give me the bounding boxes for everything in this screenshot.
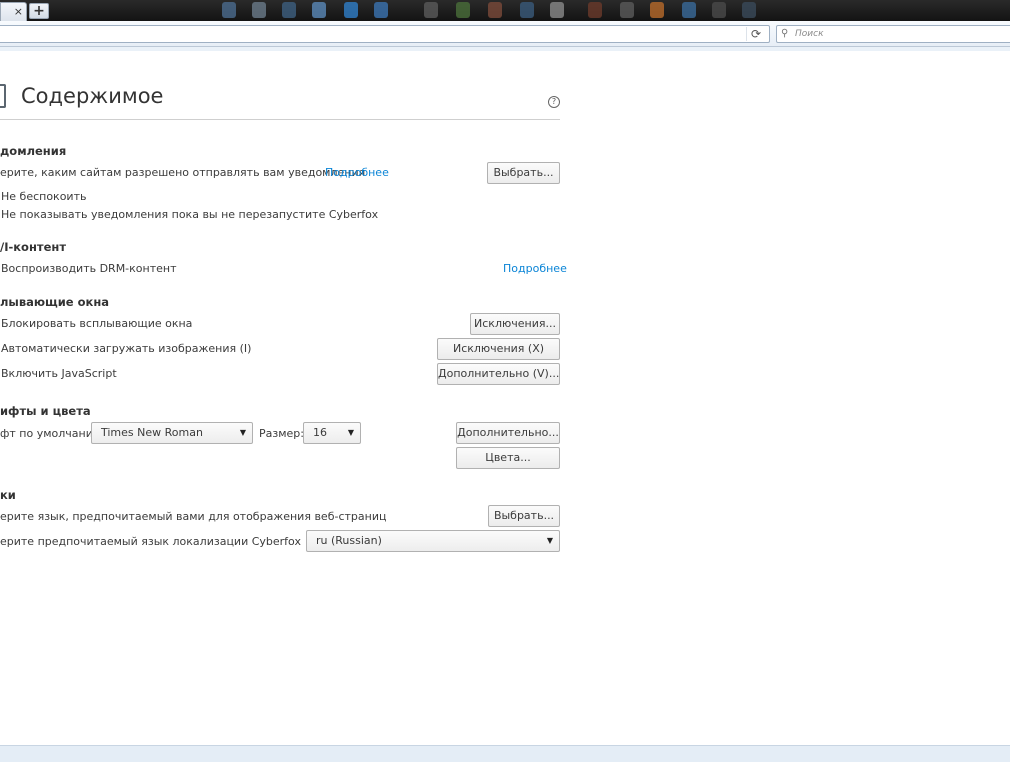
new-tab-button[interactable]: + bbox=[29, 3, 49, 19]
toolbar-icon bbox=[620, 2, 634, 18]
toolbar-divider bbox=[0, 47, 1010, 51]
ui-language-select[interactable]: ru (Russian) ▼ bbox=[306, 530, 560, 552]
chevron-down-icon: ▼ bbox=[347, 428, 354, 437]
enable-javascript-checkbox[interactable]: Включить JavaScript bbox=[1, 367, 117, 380]
status-bar bbox=[0, 745, 1010, 762]
popup-exceptions-button[interactable]: Исключения... bbox=[470, 313, 560, 335]
fonts-advanced-button[interactable]: Дополнительно... bbox=[456, 422, 560, 444]
toolbar-icon bbox=[682, 2, 696, 18]
image-exceptions-button[interactable]: Исключения (X) bbox=[437, 338, 560, 360]
do-not-disturb-checkbox[interactable]: Не беспокоить bbox=[1, 190, 86, 203]
colors-button[interactable]: Цвета... bbox=[456, 447, 560, 469]
nav-bar: ⟳ ⚲ Поиск bbox=[0, 21, 1010, 47]
header-divider bbox=[0, 119, 560, 120]
reload-icon[interactable]: ⟳ bbox=[746, 27, 765, 41]
ui-language-label: ерите предпочитаемый язык локализации Cy… bbox=[0, 535, 301, 548]
play-drm-checkbox[interactable]: Воспроизводить DRM-контент bbox=[1, 262, 177, 275]
content-page-icon bbox=[0, 84, 6, 108]
font-size-label: Размер: bbox=[259, 427, 304, 440]
dont-show-until-restart-checkbox[interactable]: Не показывать уведомления пока вы не пер… bbox=[1, 208, 378, 221]
language-preference-label: ерите язык, предпочитаемый вами для отоб… bbox=[0, 510, 387, 523]
chevron-down-icon: ▼ bbox=[546, 536, 553, 545]
fonts-heading: ифты и цвета bbox=[0, 404, 91, 418]
toolbar-icon bbox=[424, 2, 438, 18]
popups-heading: лывающие окна bbox=[0, 295, 110, 309]
toolbar-icon bbox=[312, 2, 326, 18]
languages-choose-button[interactable]: Выбрать... bbox=[488, 505, 560, 527]
drm-more-link[interactable]: Подробнее bbox=[503, 262, 567, 275]
load-images-checkbox[interactable]: Автоматически загружать изображения (I) bbox=[1, 342, 251, 355]
toolbar-icon bbox=[344, 2, 358, 18]
help-icon[interactable]: ? bbox=[548, 96, 560, 108]
javascript-advanced-button[interactable]: Дополнительно (V)... bbox=[437, 363, 560, 385]
notifications-heading: домления bbox=[0, 144, 67, 158]
search-placeholder: Поиск bbox=[795, 29, 824, 39]
notifications-choose-button[interactable]: Выбрать... bbox=[487, 162, 560, 184]
default-font-value: Times New Roman bbox=[101, 426, 203, 439]
toolbar-icon bbox=[588, 2, 602, 18]
toolbar-icon bbox=[374, 2, 388, 18]
font-size-select[interactable]: 16 ▼ bbox=[303, 422, 361, 444]
toolbar-icon bbox=[488, 2, 502, 18]
search-input[interactable]: ⚲ Поиск bbox=[776, 25, 1010, 43]
languages-heading: ки bbox=[0, 488, 16, 502]
toolbar-icon bbox=[550, 2, 564, 18]
page-title: Содержимое bbox=[21, 84, 164, 108]
search-icon: ⚲ bbox=[781, 28, 789, 39]
font-size-value: 16 bbox=[313, 426, 327, 439]
toolbar-icon bbox=[252, 2, 266, 18]
url-bar[interactable]: ⟳ bbox=[0, 25, 770, 43]
tab-strip: × + bbox=[0, 0, 1010, 21]
toolbar-icon bbox=[456, 2, 470, 18]
notifications-description: ерите, каким сайтам разрешено отправлять… bbox=[0, 166, 366, 179]
close-tab-icon[interactable]: × bbox=[14, 5, 23, 18]
ui-language-value: ru (Russian) bbox=[316, 534, 382, 547]
default-font-label: фт по умолчанию: bbox=[0, 427, 106, 440]
drm-heading: /I-контент bbox=[0, 240, 66, 254]
toolbar-icon bbox=[650, 2, 664, 18]
toolbar-icon bbox=[742, 2, 756, 18]
block-popups-checkbox[interactable]: Блокировать всплывающие окна bbox=[1, 317, 192, 330]
toolbar-icon bbox=[520, 2, 534, 18]
active-tab[interactable]: × bbox=[0, 2, 27, 21]
toolbar-icon bbox=[282, 2, 296, 18]
toolbar-icon bbox=[712, 2, 726, 18]
toolbar-icon bbox=[222, 2, 236, 18]
notifications-more-link[interactable]: Подробнее bbox=[325, 166, 389, 179]
chevron-down-icon: ▼ bbox=[239, 428, 246, 437]
default-font-select[interactable]: Times New Roman ▼ bbox=[91, 422, 253, 444]
